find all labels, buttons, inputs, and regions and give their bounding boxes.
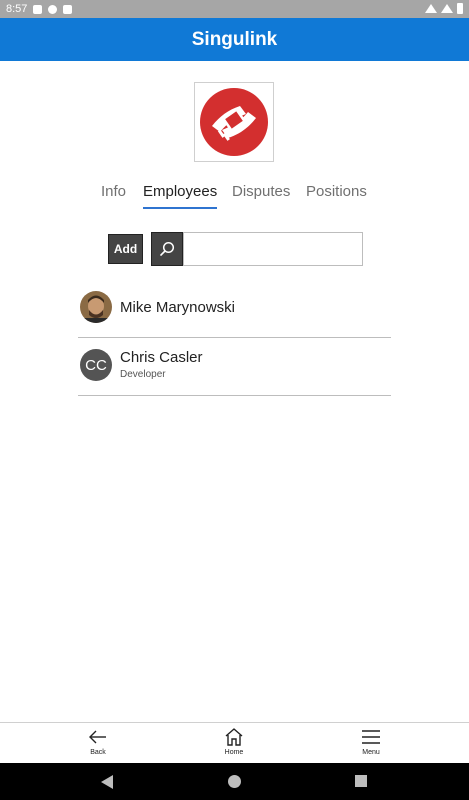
nav-menu-button[interactable]: Menu <box>341 727 401 756</box>
system-recents-icon[interactable] <box>355 775 367 787</box>
nav-back-label: Back <box>90 749 106 756</box>
employee-list: Mike Marynowski CC Chris Casler Develope… <box>78 280 391 396</box>
sd-card-icon <box>63 4 73 14</box>
avatar <box>80 291 112 323</box>
status-bar: 8:57 <box>0 0 469 18</box>
signal-icon <box>441 4 453 13</box>
employee-name: Mike Marynowski <box>120 299 236 316</box>
wifi-icon <box>425 4 437 13</box>
tab-disputes[interactable]: Disputes <box>232 183 290 200</box>
nav-back-button[interactable]: Back <box>68 727 128 756</box>
nav-home-button[interactable]: Home <box>204 727 264 756</box>
system-back-icon[interactable] <box>101 775 113 789</box>
company-logo <box>194 82 274 162</box>
tab-employees[interactable]: Employees <box>143 183 217 200</box>
singulink-logo-icon <box>200 88 268 156</box>
status-time: 8:57 <box>6 3 28 15</box>
employee-role: Developer <box>120 369 166 380</box>
notification-icon <box>33 4 43 14</box>
search-button[interactable] <box>151 232 183 266</box>
app-notification-icon <box>48 4 58 14</box>
status-right <box>425 3 463 14</box>
avatar: CC <box>80 349 112 381</box>
list-item[interactable]: CC Chris Casler Developer <box>78 338 391 396</box>
status-left: 8:57 <box>6 3 73 15</box>
nav-home-label: Home <box>224 749 244 756</box>
add-employee-button[interactable]: Add <box>108 234 143 264</box>
system-nav-bar <box>0 763 469 800</box>
tab-positions[interactable]: Positions <box>306 183 367 200</box>
employee-name: Chris Casler <box>120 349 203 366</box>
app-bar: Singulink <box>0 18 469 61</box>
system-home-icon[interactable] <box>228 775 241 788</box>
search-icon <box>160 241 175 256</box>
avatar-photo-icon <box>80 291 112 323</box>
tab-bar: Info Employees Disputes Positions <box>0 183 469 211</box>
battery-icon <box>457 3 463 14</box>
arrow-left-icon <box>89 730 106 744</box>
app-title: Singulink <box>191 28 278 50</box>
nav-menu-label: Menu <box>362 749 380 756</box>
search-input[interactable] <box>183 232 363 266</box>
hamburger-menu-icon <box>362 730 380 744</box>
active-tab-indicator <box>143 207 217 209</box>
tab-info[interactable]: Info <box>101 183 126 200</box>
list-item[interactable]: Mike Marynowski <box>78 280 391 338</box>
app-screen: 8:57 Singulink Info Employees Disputes P… <box>0 0 469 800</box>
home-icon <box>225 728 243 746</box>
bottom-nav: Back Home Menu <box>0 722 469 763</box>
